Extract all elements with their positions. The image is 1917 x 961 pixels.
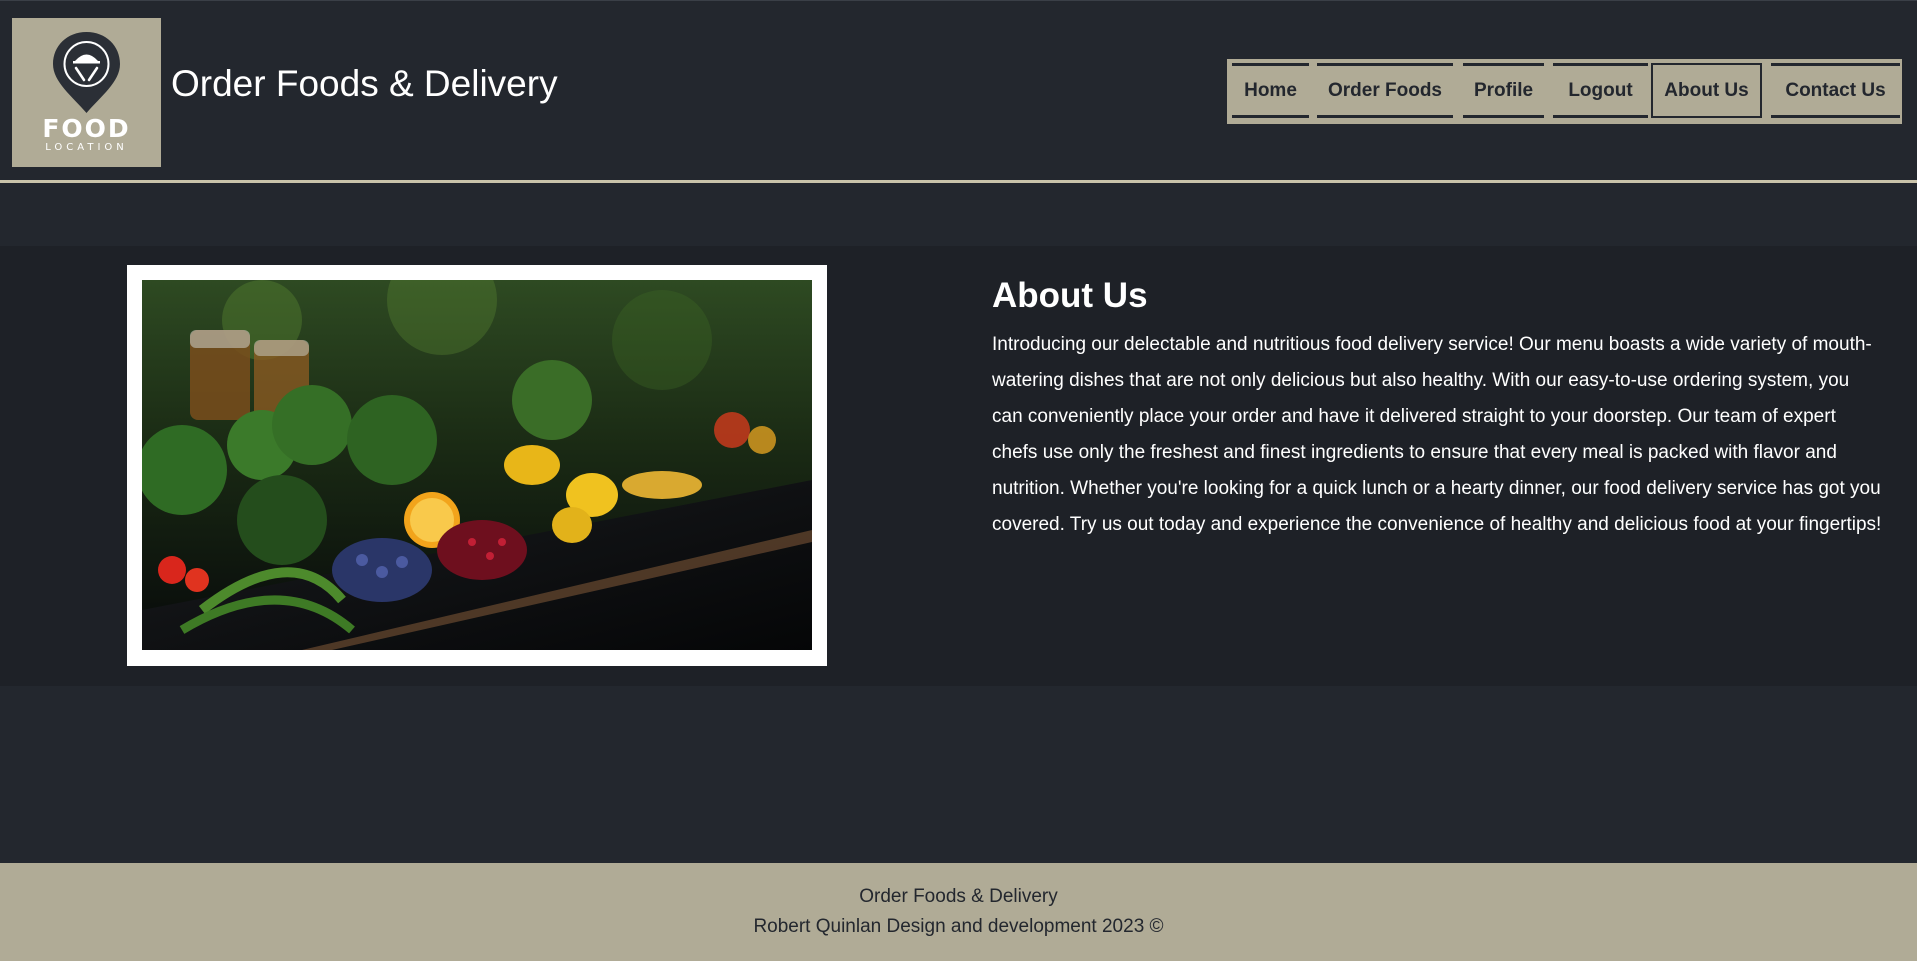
logo-wordmark: FOOD bbox=[42, 114, 131, 143]
logo-subtitle: LOCATION bbox=[45, 142, 128, 153]
site-footer: Order Foods & Delivery Robert Quinlan De… bbox=[0, 863, 1917, 961]
food-photo bbox=[142, 280, 812, 650]
about-description: Introducing our delectable and nutritiou… bbox=[992, 334, 1882, 535]
about-title: About Us bbox=[992, 276, 1148, 315]
nav-about-us[interactable]: About Us bbox=[1651, 63, 1762, 118]
main-nav: Home Order Foods Profile Logout About Us… bbox=[1227, 59, 1902, 124]
site-title: Order Foods & Delivery bbox=[171, 63, 558, 104]
food-photo-frame bbox=[127, 265, 827, 666]
nav-profile[interactable]: Profile bbox=[1463, 63, 1544, 118]
footer-credit: Robert Quinlan Design and development 20… bbox=[753, 916, 1164, 937]
footer-site-name: Order Foods & Delivery bbox=[859, 886, 1058, 907]
nav-contact-us[interactable]: Contact Us bbox=[1771, 63, 1900, 118]
nav-home[interactable]: Home bbox=[1232, 63, 1309, 118]
site-header: FOOD LOCATION Order Foods & Delivery Hom… bbox=[0, 0, 1917, 183]
nav-order-foods[interactable]: Order Foods bbox=[1317, 63, 1453, 118]
nav-logout[interactable]: Logout bbox=[1553, 63, 1648, 118]
food-location-logo[interactable]: FOOD LOCATION bbox=[12, 18, 161, 167]
